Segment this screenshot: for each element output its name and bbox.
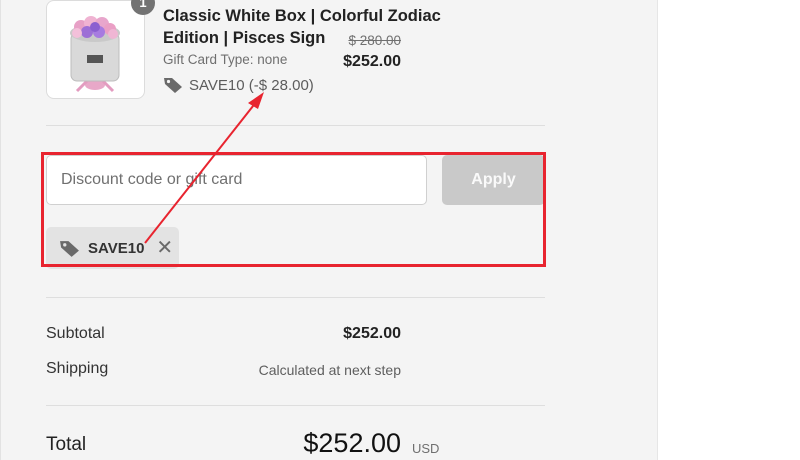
divider bbox=[46, 297, 545, 298]
total-value: $252.00 bbox=[303, 428, 401, 458]
product-price: $252.00 bbox=[343, 53, 401, 70]
product-variant: Gift Card Type: none bbox=[163, 52, 288, 67]
total-currency: USD bbox=[412, 441, 440, 456]
annotation-highlight-box bbox=[41, 152, 546, 267]
product-discount-text: SAVE10 (-$ 28.00) bbox=[189, 76, 314, 94]
tag-icon bbox=[164, 78, 182, 93]
product-title-line2: Edition | Pisces Sign bbox=[163, 29, 326, 47]
shipping-value: Calculated at next step bbox=[258, 362, 401, 378]
total-label: Total bbox=[46, 434, 87, 455]
product-thumbnail bbox=[46, 0, 145, 99]
product-title: Classic White Box | Colorful Zodiac Edit… bbox=[163, 5, 463, 49]
flower-box-image bbox=[70, 16, 120, 93]
subtotal-label: Subtotal bbox=[46, 325, 105, 342]
original-price: $ 280.00 bbox=[348, 33, 401, 48]
subtotal-value: $252.00 bbox=[343, 325, 401, 342]
product-title-line1: Classic White Box | Colorful Zodiac bbox=[163, 7, 441, 25]
divider bbox=[46, 405, 545, 406]
shipping-label: Shipping bbox=[46, 360, 109, 377]
product-discount: SAVE10 (-$ 28.00) bbox=[163, 76, 314, 94]
divider bbox=[46, 125, 545, 126]
